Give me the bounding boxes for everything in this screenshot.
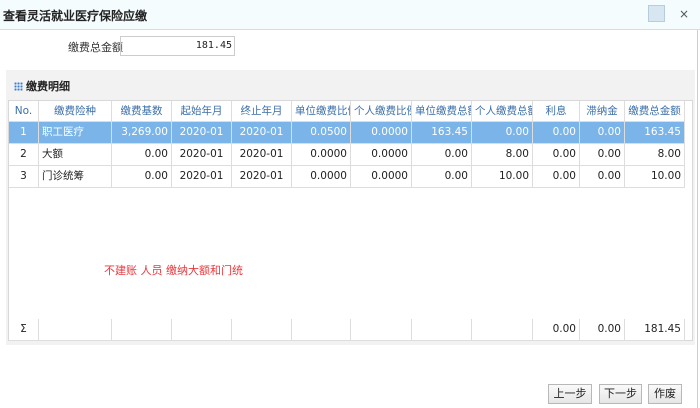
window-title: 查看灵活就业医疗保险应缴 — [3, 9, 148, 23]
void-button[interactable]: 作废 — [648, 384, 682, 404]
table-cell: 终止年月 — [232, 101, 292, 122]
table-row[interactable]: 3 门诊统筹 0.00 2020-01 2020-01 0.0000 0.0000 0.00 1… — [9, 166, 685, 188]
table-cell: 滞纳金 — [580, 101, 625, 122]
table-cell: 个人缴费比例 — [351, 101, 412, 122]
table-cell: Σ — [9, 319, 39, 341]
table-cell: 0.00 — [580, 319, 625, 341]
maximize-icon[interactable] — [648, 5, 665, 22]
table-cell: 0.0000 — [351, 122, 412, 144]
table-cell: 2020-01 — [172, 144, 232, 166]
table-cell: 0.00 — [533, 122, 580, 144]
table-cell: 缴费总金额 — [625, 101, 685, 122]
table-cell — [232, 319, 292, 341]
note-text: 不建账 人员 缴纳大额和门统 — [104, 264, 243, 277]
table-cell: 8.00 — [625, 144, 685, 166]
table-cell — [412, 319, 472, 341]
table-cell: 2020-01 — [172, 166, 232, 188]
table-cell: 单位缴费总额 — [412, 101, 472, 122]
summary-row: Σ 0.00 0.00 181.45 — [9, 319, 685, 341]
table-cell — [172, 319, 232, 341]
table-cell — [39, 319, 112, 341]
panel-title: 缴费明细 — [14, 78, 70, 94]
table-cell: 大额 — [39, 144, 112, 166]
table-cell: 0.00 — [472, 122, 533, 144]
table-cell: No. — [9, 101, 39, 122]
panel-title-text: 缴费明细 — [26, 80, 70, 93]
table-cell: 10.00 — [472, 166, 533, 188]
grid-icon — [14, 82, 23, 91]
table-cell: 163.45 — [412, 122, 472, 144]
table-cell: 1 — [9, 122, 39, 144]
table-cell: 0.00 — [533, 144, 580, 166]
table-cell: 0.0000 — [292, 144, 351, 166]
table-cell: 8.00 — [472, 144, 533, 166]
table-cell: 10.00 — [625, 166, 685, 188]
table-cell: 2020-01 — [172, 122, 232, 144]
table-cell: 0.00 — [412, 144, 472, 166]
table-cell: 3 — [9, 166, 39, 188]
table-row[interactable]: 2 大额 0.00 2020-01 2020-01 0.0000 0.0000 0.00 8.0… — [9, 144, 685, 166]
prev-button[interactable]: 上一步 — [548, 384, 592, 404]
table-cell: 0.00 — [580, 166, 625, 188]
table-cell: 2020-01 — [232, 122, 292, 144]
table-cell: 0.00 — [580, 144, 625, 166]
table-cell: 门诊统筹 — [39, 166, 112, 188]
table-cell: 缴费基数 — [112, 101, 172, 122]
table-cell: 0.00 — [112, 144, 172, 166]
table-cell: 2020-01 — [232, 144, 292, 166]
table-row[interactable]: 1 职工医疗 3,269.00 2020-01 2020-01 0.0500 0.0000 1… — [9, 122, 685, 144]
table-cell: 0.0500 — [292, 122, 351, 144]
table-cell: 163.45 — [625, 122, 685, 144]
table-cell: 0.0000 — [351, 166, 412, 188]
table-cell: 2 — [9, 144, 39, 166]
table-cell: 0.0000 — [351, 144, 412, 166]
divider — [697, 30, 698, 408]
table-cell: 0.00 — [533, 166, 580, 188]
total-amount-field[interactable]: 181.45 — [120, 36, 235, 56]
table-cell: 缴费险种 — [39, 101, 112, 122]
table-header: No.缴费险种缴费基数起始年月终止年月单位缴费比例个人缴费比例单位缴费总额个人缴… — [9, 101, 685, 123]
table-cell: 单位缴费比例 — [292, 101, 351, 122]
total-amount-label: 缴费总金额 — [68, 41, 123, 54]
table-cell: 个人缴费总额 — [472, 101, 533, 122]
table-cell: 起始年月 — [172, 101, 232, 122]
table-cell: 0.00 — [580, 122, 625, 144]
close-icon[interactable]: × — [679, 7, 689, 21]
table-cell — [472, 319, 533, 341]
table-cell: 利息 — [533, 101, 580, 122]
table-cell: 0.00 — [112, 166, 172, 188]
title-bar: 查看灵活就业医疗保险应缴 × — [0, 0, 700, 30]
table-cell: 职工医疗 — [39, 122, 112, 144]
table-cell: 0.00 — [533, 319, 580, 341]
detail-table: No.缴费险种缴费基数起始年月终止年月单位缴费比例个人缴费比例单位缴费总额个人缴… — [8, 100, 693, 341]
table-cell: 2020-01 — [232, 166, 292, 188]
table-cell — [112, 319, 172, 341]
table-cell: 0.0000 — [292, 166, 351, 188]
next-button[interactable]: 下一步 — [599, 384, 642, 404]
table-cell — [292, 319, 351, 341]
table-cell: 0.00 — [412, 166, 472, 188]
table-cell: 181.45 — [625, 319, 685, 341]
table-cell: 3,269.00 — [112, 122, 172, 144]
table-cell — [351, 319, 412, 341]
